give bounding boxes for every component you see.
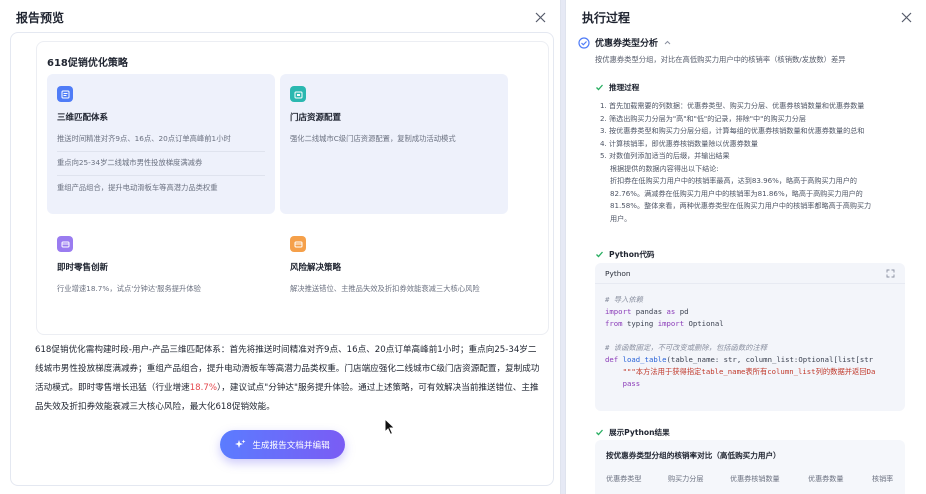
panel-title: 报告预览	[16, 10, 65, 25]
table-header-row: 优惠券类型 购买力分层 优惠券核销数量 优惠券数量 核销率	[606, 474, 902, 484]
column-header: 优惠券类型	[606, 474, 642, 483]
step-header[interactable]: 优惠券类型分析	[578, 36, 672, 49]
code-token: from	[605, 319, 623, 328]
python-result-label: 展示Python结果	[609, 428, 670, 437]
conclusion-line: 根据提供的数据内容得出以下结论:	[610, 163, 719, 173]
generate-report-button[interactable]: 生成报告文档并编辑	[220, 430, 345, 459]
column-header: 核销率	[872, 474, 894, 483]
python-code-section[interactable]: Python代码	[595, 249, 655, 260]
code-block: Python # 导入依赖 import pandas as pd from t…	[595, 263, 905, 411]
reasoning-label: 推理过程	[609, 83, 640, 92]
execution-header: 执行过程	[566, 0, 926, 34]
chevron-up-icon[interactable]	[663, 38, 672, 47]
block-line: 解决推送错位、主推品失效及折扣券效能衰减三大核心风险	[290, 284, 480, 293]
strategy-block-3: 即时零售创新 行业增速18.7%，试点'分钟达'服务提升体验	[47, 224, 275, 322]
code-token: (table_name: str, column_list:Optional[l…	[666, 355, 874, 364]
result-table: 按优惠券类型分组的核销率对比（高低购买力用户） 优惠券类型 购买力分层 优惠券核…	[595, 440, 905, 494]
block-name: 风险解决策略	[290, 263, 342, 273]
execution-body: 优惠券类型分析 按优惠券类型分组，对比在高低购买力用户中的核销率（核销数/发放数…	[566, 34, 926, 494]
report-frame: 618促销优化策略 三维匹配体系 推送时间精准对齐9点、16点、20点订单高峰前…	[10, 32, 554, 486]
strategy-block-4: 风险解决策略 解决推送错位、主推品失效及折扣券效能衰减三大核心风险	[280, 224, 508, 322]
strategy-block-1: 三维匹配体系 推送时间精准对齐9点、16点、20点订单高峰前1小时 重点向25-…	[47, 74, 275, 214]
column-header: 优惠券数量	[808, 474, 844, 483]
reasoning-list: 1. 首先加载需要的列数据：优惠券类型、购买力分层、优惠券核销数量和优惠券数量 …	[600, 100, 920, 225]
block-line: 推送时间精准对齐9点、16点、20点订单高峰前1小时	[57, 134, 231, 143]
code-docstring: """本方法用于获得指定table_name表所有column_list列的数据…	[622, 367, 876, 376]
code-token: load_table	[622, 355, 667, 364]
code-token: typing	[622, 319, 658, 328]
sparkle-icon	[235, 439, 246, 448]
code-header: Python	[595, 263, 905, 284]
block-name: 三维匹配体系	[57, 113, 109, 123]
expand-icon[interactable]	[886, 269, 895, 278]
result-title: 按优惠券类型分组的核销率对比（高低购买力用户）	[606, 451, 781, 460]
list-item: 2. 筛选出购买力分层为"高"和"低"的记录，排除"中"的购买力分层	[600, 113, 806, 123]
report-summary-text: 618促销优化需构建时段-用户-产品三维匹配体系：首先将推送时间精准对齐9点、1…	[35, 341, 545, 417]
check-icon	[596, 251, 603, 258]
step-description: 按优惠券类型分组，对比在高低购买力用户中的核销率（核销数/发放数）差异	[595, 55, 846, 64]
report-preview-panel: 报告预览 618促销优化策略 三维匹配体系 推送时间精准对齐9点、16点、20点…	[0, 0, 561, 494]
close-icon[interactable]	[898, 9, 914, 25]
execution-panel: 执行过程 优惠券类型分析 按优惠券类型分组，对比在高低购买力用户中的核销率（核销…	[565, 0, 926, 494]
cart-icon	[57, 236, 73, 252]
code-comment: # 该函数固定，不可改变或删除，包括函数的注释	[605, 343, 768, 352]
close-icon[interactable]	[532, 9, 548, 25]
check-icon	[596, 429, 603, 436]
conclusion-line: 折扣券在低购买力用户中的核销率最高，达到83.96%，略高于高购买力用户的	[610, 176, 857, 185]
strategy-title: 618促销优化策略	[47, 58, 128, 69]
list-item: 5. 对数值列添加适当的后缀，并输出结果	[600, 151, 730, 160]
reasoning-section[interactable]: 推理过程	[595, 82, 639, 93]
strategy-card: 618促销优化策略 三维匹配体系 推送时间精准对齐9点、16点、20点订单高峰前…	[36, 41, 549, 335]
block-line: 行业增速18.7%，试点'分钟达'服务提升体验	[57, 284, 201, 293]
column-header: 购买力分层	[668, 474, 704, 483]
mouse-cursor-icon	[384, 417, 396, 440]
divider	[57, 151, 265, 152]
code-token: pass	[622, 379, 641, 388]
panel-title: 执行过程	[582, 10, 631, 25]
block-line: 重组产品组合，提升电动滑板车等高潜力品类权重	[57, 183, 218, 192]
divider	[57, 175, 265, 176]
conclusion-line: 81.58%。整体来看，两种优惠券类型在低购买力用户中的核销率都略高于高购买力	[610, 201, 872, 210]
list-item: 1. 首先加载需要的列数据：优惠券类型、购买力分层、优惠券核销数量和优惠券数量	[600, 101, 865, 110]
block-name: 即时零售创新	[57, 263, 109, 273]
block-name: 门店资源配置	[290, 113, 342, 123]
document-icon	[57, 86, 73, 102]
code-token: Optional	[684, 319, 724, 328]
check-icon	[596, 84, 603, 91]
conclusion-line: 82.76%。满减券在低购买力用户中的核销率为81.86%，略高于高购买力用户的	[610, 188, 863, 198]
code-token: as	[666, 307, 676, 316]
check-circle-icon	[578, 36, 590, 49]
code-token: pd	[675, 307, 689, 316]
code-token: pandas	[631, 307, 667, 316]
store-icon	[290, 86, 306, 102]
code-content: # 导入依赖 import pandas as pd from typing i…	[595, 284, 905, 390]
list-item: 4. 计算核销率，即优惠券核销数量除以优惠券数量	[600, 138, 758, 148]
code-token: import	[657, 319, 685, 328]
list-item: 3. 按优惠券类型和购买力分层分组，计算每组的优惠券核销数量和优惠券数量的总和	[600, 126, 865, 135]
step-title: 优惠券类型分析	[595, 39, 659, 49]
python-code-label: Python代码	[609, 250, 655, 259]
shield-icon	[290, 236, 306, 252]
report-preview-header: 报告预览	[0, 0, 560, 34]
column-header: 优惠券核销数量	[730, 474, 780, 483]
block-line: 重点向25-34岁二线城市男性投放梯度满减券	[57, 158, 203, 167]
code-comment: # 导入依赖	[605, 295, 643, 304]
conclusion-line: 用户。	[610, 213, 632, 223]
code-token: def	[605, 355, 619, 364]
code-language: Python	[605, 268, 631, 278]
highlight-value: 18.7%	[189, 383, 218, 393]
python-result-section[interactable]: 展示Python结果	[595, 427, 670, 438]
code-token: import	[605, 307, 632, 316]
strategy-block-2: 门店资源配置 强化二线城市C级门店资源配置，复制成功活动模式	[280, 74, 508, 214]
block-line: 强化二线城市C级门店资源配置，复制成功活动模式	[290, 134, 456, 143]
generate-button-label: 生成报告文档并编辑	[252, 440, 330, 451]
